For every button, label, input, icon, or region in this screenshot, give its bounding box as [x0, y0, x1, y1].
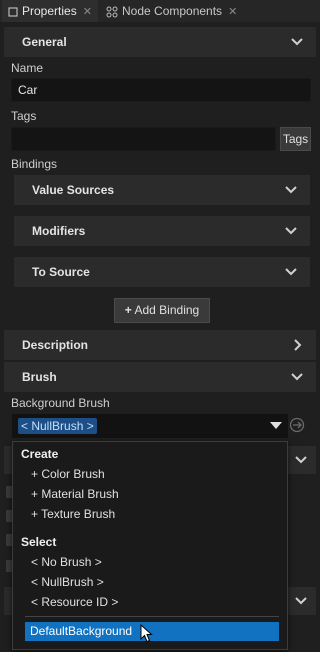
select-null-brush[interactable]: < NullBrush > — [31, 575, 104, 589]
section-general-title: General — [22, 35, 67, 49]
plus-icon: + — [124, 303, 132, 317]
tab-node-components-label: Node Components — [122, 4, 223, 18]
subsection-to-source[interactable]: To Source — [14, 257, 310, 287]
create-texture-brush[interactable]: + Texture Brush — [31, 507, 115, 521]
hidden-section-edge-right — [284, 446, 316, 474]
close-icon[interactable]: ✕ — [228, 6, 237, 18]
chevron-down-icon — [291, 373, 303, 381]
background-brush-dropdown[interactable]: < NullBrush > — [12, 414, 288, 438]
tab-node-components[interactable]: Node Components ✕ — [100, 0, 243, 22]
subsection-modifiers[interactable]: Modifiers — [14, 216, 310, 246]
tags-field[interactable] — [11, 127, 276, 151]
select-resource-id[interactable]: < Resource ID > — [31, 595, 118, 609]
tab-bar: Properties ✕ Node Components ✕ — [0, 0, 320, 22]
add-binding-button[interactable]: + Add Binding — [114, 298, 210, 323]
chevron-down-icon — [291, 38, 303, 46]
chevron-right-icon — [294, 339, 302, 351]
create-color-brush[interactable]: + Color Brush — [31, 467, 105, 481]
create-header: Create — [21, 447, 59, 461]
pin-icon — [8, 7, 18, 17]
name-value: Car — [18, 83, 38, 97]
modifiers-title: Modifiers — [32, 224, 86, 238]
add-binding-label: Add Binding — [134, 303, 200, 317]
chevron-down-icon — [295, 456, 307, 464]
chevron-down-icon — [285, 268, 297, 276]
tags-button[interactable]: Tags — [280, 127, 311, 151]
name-label: Name — [11, 61, 44, 75]
chevron-down-icon — [295, 597, 307, 605]
background-brush-label: Background Brush — [11, 396, 110, 410]
caret-down-icon — [270, 422, 282, 429]
separator — [25, 616, 279, 617]
node-components-icon — [106, 6, 118, 18]
resource-default-background-label: DefaultBackground — [30, 624, 133, 638]
to-source-title: To Source — [32, 265, 90, 279]
select-no-brush[interactable]: < No Brush > — [31, 555, 102, 569]
select-header: Select — [21, 535, 57, 549]
subsection-value-sources[interactable]: Value Sources — [14, 175, 310, 205]
mouse-cursor-icon — [140, 624, 153, 643]
tab-properties[interactable]: Properties ✕ — [2, 0, 98, 22]
section-description-title: Description — [22, 338, 89, 352]
hidden-section-edge-right — [284, 587, 316, 615]
section-description[interactable]: Description — [4, 330, 316, 360]
brush-dropdown-popup: Create + Color Brush + Material Brush + … — [12, 441, 288, 650]
tab-properties-label: Properties — [22, 4, 77, 18]
section-brush-title: Brush — [22, 370, 57, 384]
value-sources-title: Value Sources — [32, 183, 115, 197]
section-brush[interactable]: Brush — [4, 362, 316, 392]
chevron-down-icon — [285, 227, 297, 235]
section-general[interactable]: General — [4, 27, 316, 57]
close-icon[interactable]: ✕ — [83, 6, 92, 18]
chevron-down-icon — [285, 186, 297, 194]
current-brush-tag: < NullBrush > — [18, 418, 97, 434]
name-field[interactable]: Car — [11, 78, 311, 102]
reset-arrow-icon[interactable] — [289, 417, 305, 433]
bindings-label: Bindings — [11, 157, 58, 171]
create-material-brush[interactable]: + Material Brush — [31, 487, 119, 501]
tags-label: Tags — [11, 109, 37, 123]
